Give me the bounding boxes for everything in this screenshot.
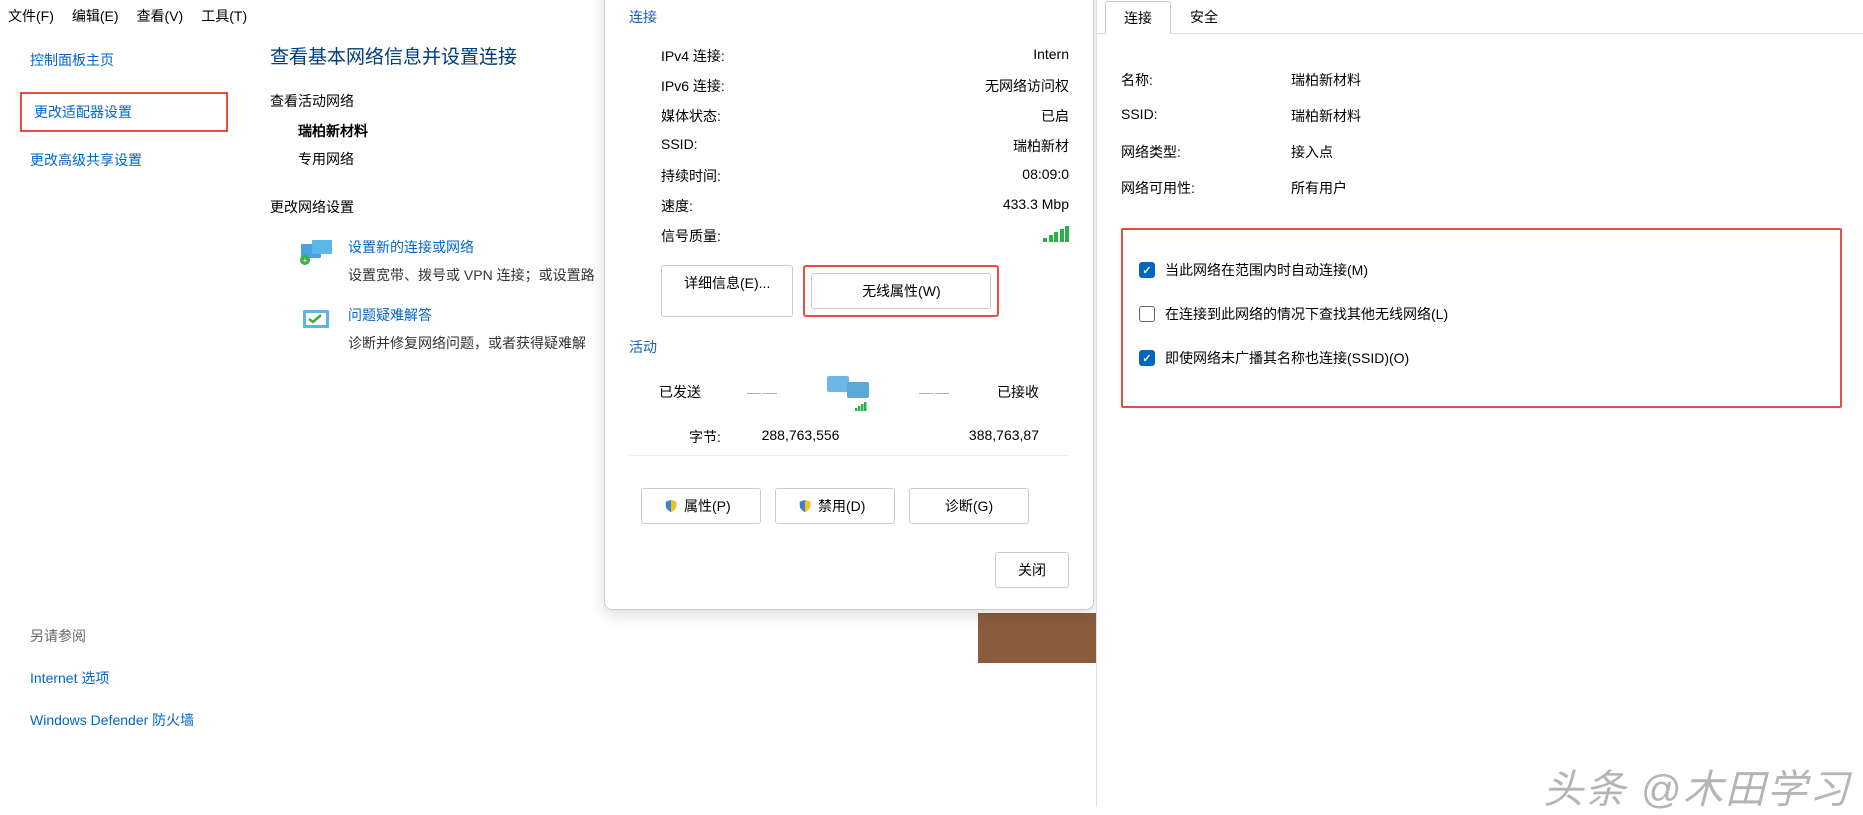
adapter-settings-highlight: 更改适配器设置 <box>20 92 228 132</box>
bytes-label: 字节: <box>689 427 721 447</box>
ipv6-row: IPv6 连接:无网络访问权 <box>661 71 1069 101</box>
activity-monitors-icon <box>825 371 873 413</box>
tabs: 连接 安全 <box>1097 0 1863 34</box>
details-button[interactable]: 详细信息(E)... <box>661 265 793 317</box>
prop-name-row: 名称:瑞柏新材料 <box>1121 62 1842 98</box>
find-others-label: 在连接到此网络的情况下查找其他无线网络(L) <box>1165 304 1448 324</box>
left-sidebar: 控制面板主页 更改适配器设置 更改高级共享设置 另请参阅 Internet 选项… <box>0 32 258 812</box>
shield-icon <box>664 499 678 513</box>
diagnose-button[interactable]: 诊断(G) <box>909 488 1029 524</box>
menu-tools[interactable]: 工具(T) <box>201 6 247 26</box>
tab-security[interactable]: 安全 <box>1171 0 1237 33</box>
wireless-props-highlight: 无线属性(W) <box>803 265 999 317</box>
close-button[interactable]: 关闭 <box>995 552 1069 588</box>
find-others-checkbox[interactable] <box>1139 306 1155 322</box>
media-row: 媒体状态:已启 <box>661 101 1069 131</box>
ipv4-row: IPv4 连接:Intern <box>661 41 1069 71</box>
bytes-sent: 288,763,556 <box>762 427 840 447</box>
connection-section-title: 连接 <box>605 0 1093 31</box>
auto-connect-checkbox[interactable] <box>1139 262 1155 278</box>
network-setup-icon: + <box>298 237 336 267</box>
recv-label: 已接收 <box>997 382 1039 402</box>
internet-options-link[interactable]: Internet 选项 <box>30 668 258 688</box>
ssid-row: SSID:瑞柏新材 <box>661 131 1069 161</box>
auto-connect-label: 当此网络在范围内时自动连接(M) <box>1165 260 1368 280</box>
find-others-row[interactable]: 在连接到此网络的情况下查找其他无线网络(L) <box>1139 292 1824 336</box>
signal-row: 信号质量: <box>661 221 1069 251</box>
sent-label: 已发送 <box>659 382 701 402</box>
see-also-label: 另请参阅 <box>30 626 258 646</box>
troubleshoot-icon <box>298 305 336 335</box>
hidden-ssid-checkbox[interactable] <box>1139 350 1155 366</box>
disable-button[interactable]: 禁用(D) <box>775 488 895 524</box>
prop-ssid-row: SSID:瑞柏新材料 <box>1121 98 1842 134</box>
adapter-settings-link[interactable]: 更改适配器设置 <box>34 102 214 122</box>
prop-nettype-row: 网络类型:接入点 <box>1121 134 1842 170</box>
bytes-row: 字节: 288,763,556 388,763,87 <box>629 427 1069 447</box>
menu-view[interactable]: 查看(V) <box>137 6 184 26</box>
hidden-ssid-label: 即使网络未广播其名称也连接(SSID)(O) <box>1165 348 1409 368</box>
speed-row: 速度:433.3 Mbp <box>661 191 1069 221</box>
defender-firewall-link[interactable]: Windows Defender 防火墙 <box>30 710 258 730</box>
svg-text:+: + <box>303 256 308 265</box>
bytes-recv: 388,763,87 <box>969 427 1039 447</box>
shield-icon <box>798 499 812 513</box>
sharing-settings-link[interactable]: 更改高级共享设置 <box>30 150 258 170</box>
menu-file[interactable]: 文件(F) <box>8 6 54 26</box>
signal-bars-icon <box>1043 226 1069 242</box>
hidden-ssid-row[interactable]: 即使网络未广播其名称也连接(SSID)(O) <box>1139 336 1824 380</box>
activity-section-title: 活动 <box>629 337 1069 357</box>
activity-row: 已发送 —— —— 已接收 <box>629 371 1069 427</box>
prop-avail-row: 网络可用性:所有用户 <box>1121 170 1842 206</box>
menu-edit[interactable]: 编辑(E) <box>72 6 119 26</box>
wireless-properties-dialog: 连接 安全 名称:瑞柏新材料 SSID:瑞柏新材料 网络类型:接入点 网络可用性… <box>1096 0 1863 807</box>
checkbox-group-highlight: 当此网络在范围内时自动连接(M) 在连接到此网络的情况下查找其他无线网络(L) … <box>1121 228 1842 408</box>
tab-connection[interactable]: 连接 <box>1105 1 1171 34</box>
control-panel-home-link[interactable]: 控制面板主页 <box>30 50 258 70</box>
auto-connect-row[interactable]: 当此网络在范围内时自动连接(M) <box>1139 248 1824 292</box>
wireless-properties-button[interactable]: 无线属性(W) <box>811 273 991 309</box>
properties-button[interactable]: 属性(P) <box>641 488 761 524</box>
duration-row: 持续时间:08:09:0 <box>661 161 1069 191</box>
wifi-status-dialog: 连接 IPv4 连接:Intern IPv6 连接:无网络访问权 媒体状态:已启… <box>604 0 1094 610</box>
